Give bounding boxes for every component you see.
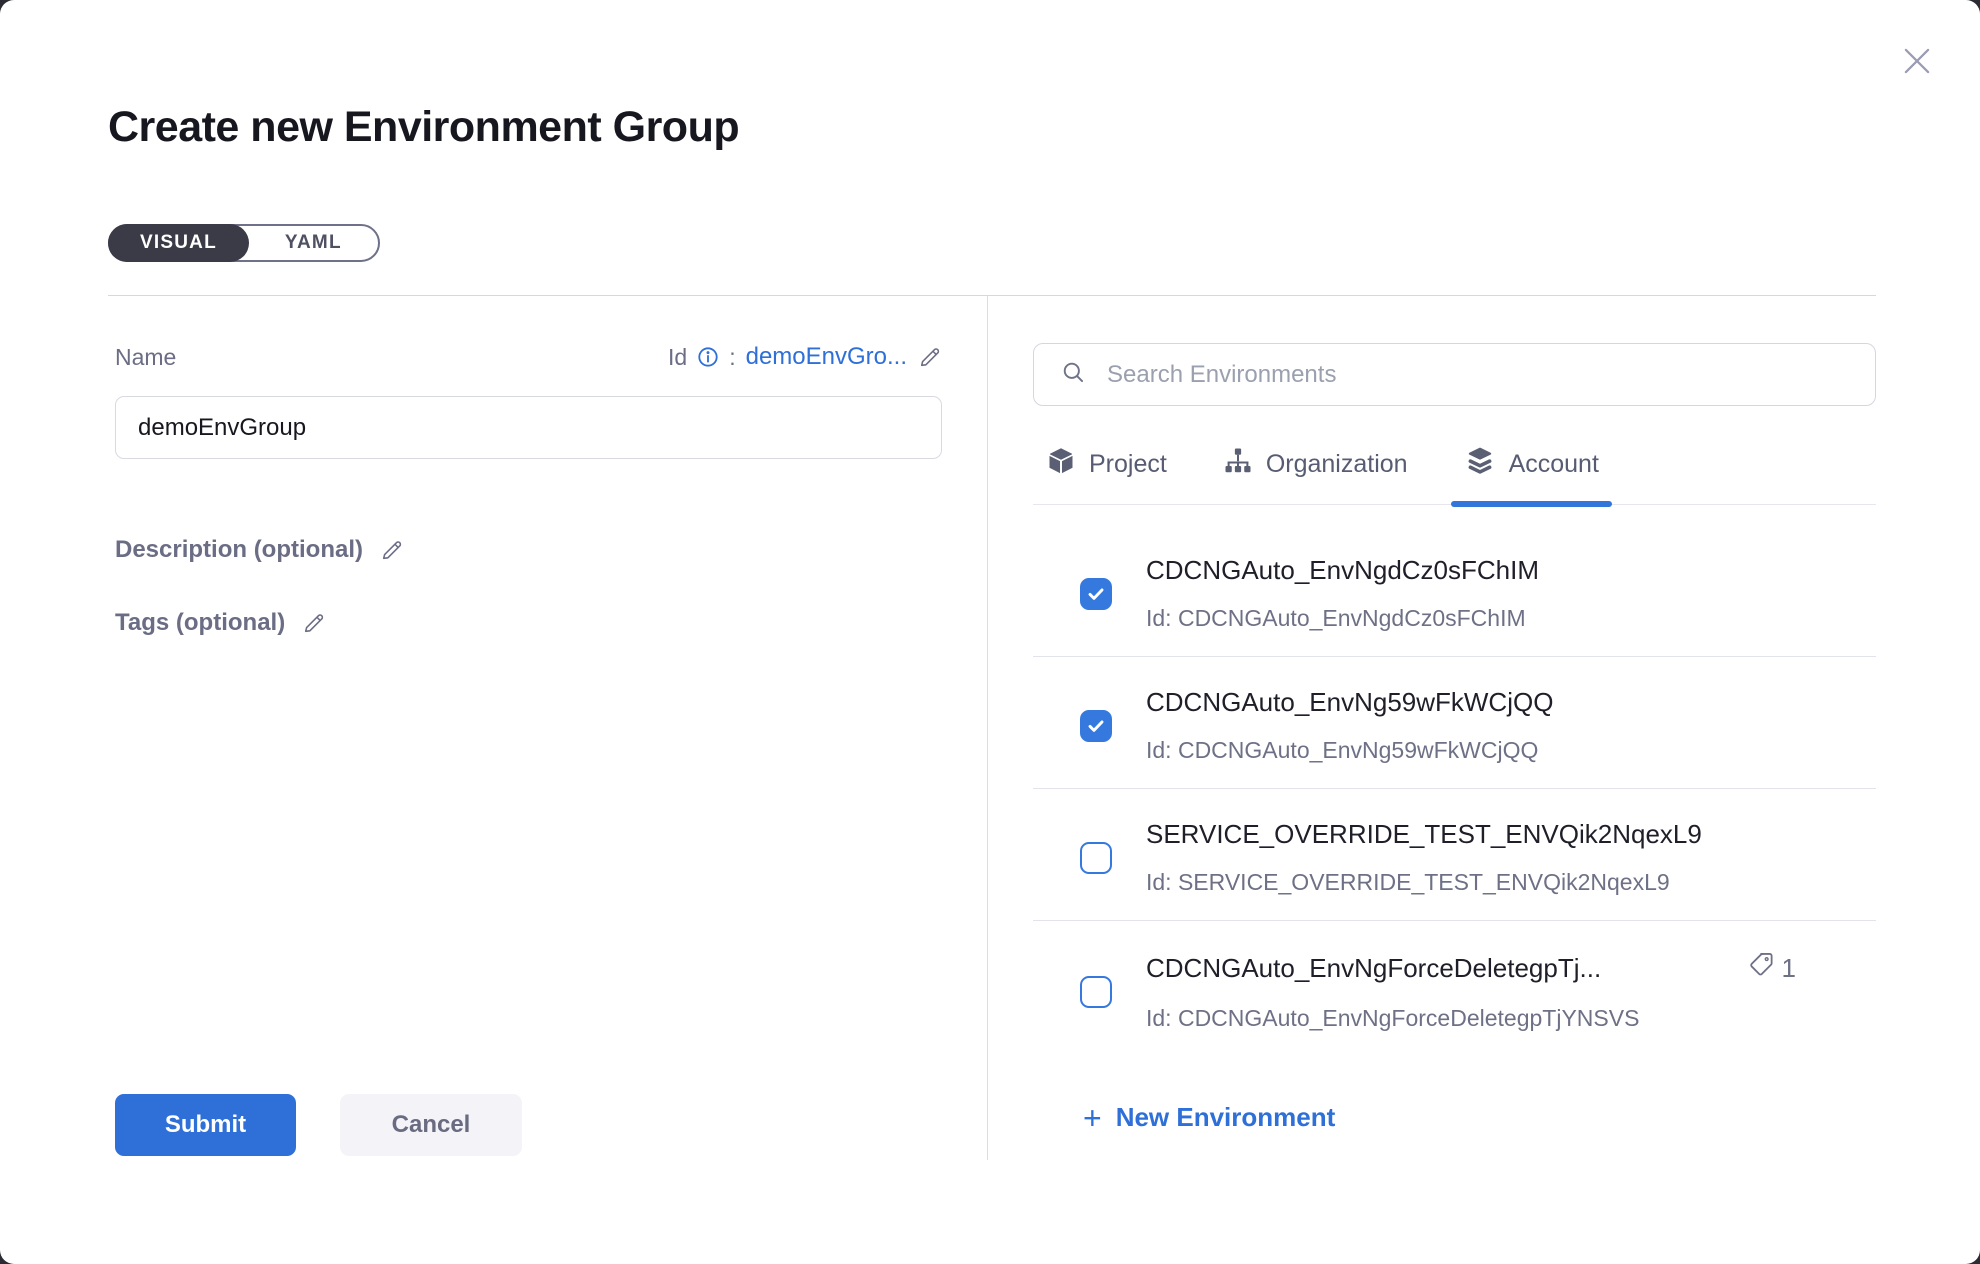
page-title: Create new Environment Group (108, 100, 1980, 154)
environment-checkbox[interactable] (1080, 710, 1112, 742)
environment-checkbox[interactable] (1080, 578, 1112, 610)
cube-icon (1046, 446, 1076, 483)
id-label: Id (668, 344, 687, 371)
tab-project[interactable]: Project (1033, 445, 1180, 504)
environment-id: Id: CDCNGAuto_EnvNgForceDeletegpTjYNSVS (1146, 1005, 1876, 1032)
id-separator: : (729, 344, 735, 371)
environment-text: CDCNGAuto_EnvNgForceDeletegpTj... 1 Id: … (1146, 951, 1876, 1032)
tab-account-label: Account (1509, 450, 1599, 479)
environment-name: SERVICE_OVERRIDE_TEST_ENVQik2NqexL9 (1146, 819, 1702, 849)
new-environment-label: New Environment (1116, 1102, 1336, 1133)
name-input[interactable] (115, 396, 942, 459)
environment-row[interactable]: CDCNGAuto_EnvNgForceDeletegpTj... 1 Id: … (1033, 921, 1876, 1043)
environment-text: SERVICE_OVERRIDE_TEST_ENVQik2NqexL9 Id: … (1146, 819, 1876, 896)
info-icon[interactable] (697, 346, 719, 368)
search-icon (1060, 359, 1087, 391)
environment-checkbox[interactable] (1080, 976, 1112, 1008)
environment-row[interactable]: SERVICE_OVERRIDE_TEST_ENVQik2NqexL9 Id: … (1033, 789, 1876, 921)
environment-checkbox[interactable] (1080, 842, 1112, 874)
create-environment-group-modal: Create new Environment Group VISUAL YAML… (0, 0, 1980, 1264)
environment-text: CDCNGAuto_EnvNgdCz0sFChIM Id: CDCNGAuto_… (1146, 555, 1876, 632)
environment-id: Id: CDCNGAuto_EnvNgdCz0sFChIM (1146, 605, 1876, 632)
environment-list[interactable]: CDCNGAuto_EnvNgdCz0sFChIM Id: CDCNGAuto_… (1033, 505, 1876, 1043)
tab-organization-label: Organization (1266, 450, 1408, 479)
tab-project-label: Project (1089, 450, 1167, 479)
tag-count-badge: 1 (1728, 951, 1796, 985)
environment-name: CDCNGAuto_EnvNg59wFkWCjQQ (1146, 687, 1553, 717)
form-actions: Submit Cancel (115, 1094, 942, 1156)
environment-text: CDCNGAuto_EnvNg59wFkWCjQQ Id: CDCNGAuto_… (1146, 687, 1876, 764)
environment-name: CDCNGAuto_EnvNgdCz0sFChIM (1146, 555, 1539, 585)
org-chart-icon (1223, 446, 1253, 483)
form-pane: Name Id : demoEnvGro... Description (opt… (115, 296, 988, 1160)
plus-icon: + (1083, 1105, 1102, 1131)
scope-tabs: Project Organization Account (1033, 445, 1876, 505)
id-display: Id : demoEnvGro... (668, 343, 942, 371)
environment-id: Id: SERVICE_OVERRIDE_TEST_ENVQik2NqexL9 (1146, 869, 1876, 896)
search-environments-input[interactable] (1105, 360, 1855, 390)
tag-count: 1 (1782, 953, 1796, 984)
page-backdrop: { "colors": { "accent": "#2E6FD8", "chec… (0, 0, 1980, 1264)
tags-row: Tags (optional) (115, 609, 942, 637)
environment-row[interactable]: CDCNGAuto_EnvNgdCz0sFChIM Id: CDCNGAuto_… (1033, 515, 1876, 657)
tags-label: Tags (optional) (115, 609, 285, 637)
toggle-visual[interactable]: VISUAL (108, 224, 249, 262)
environment-name: CDCNGAuto_EnvNgForceDeletegpTj... (1146, 953, 1601, 983)
modal-body: Name Id : demoEnvGro... Description (opt… (115, 296, 1876, 1160)
tab-organization[interactable]: Organization (1210, 445, 1421, 504)
id-value-link[interactable]: demoEnvGro... (746, 343, 907, 371)
edit-id-pencil-icon[interactable] (917, 345, 942, 370)
close-button[interactable] (1896, 42, 1938, 84)
cancel-button[interactable]: Cancel (340, 1094, 522, 1156)
submit-button[interactable]: Submit (115, 1094, 296, 1156)
description-label: Description (optional) (115, 536, 363, 564)
tag-icon (1748, 951, 1775, 985)
edit-description-pencil-icon[interactable] (379, 538, 404, 563)
description-row: Description (optional) (115, 536, 942, 564)
search-environments-box (1033, 343, 1876, 406)
name-label: Name (115, 344, 176, 371)
visual-yaml-toggle: VISUAL YAML (108, 224, 380, 262)
edit-tags-pencil-icon[interactable] (301, 611, 326, 636)
environment-id: Id: CDCNGAuto_EnvNg59wFkWCjQQ (1146, 737, 1876, 764)
environment-row[interactable]: CDCNGAuto_EnvNg59wFkWCjQQ Id: CDCNGAuto_… (1033, 657, 1876, 789)
close-icon (1898, 42, 1936, 85)
layers-icon (1464, 445, 1496, 484)
new-environment-button[interactable]: + New Environment (1083, 1102, 1335, 1133)
tab-account[interactable]: Account (1451, 445, 1612, 504)
environment-picker-pane: Project Organization Account (988, 296, 1876, 1160)
toggle-yaml[interactable]: YAML (249, 226, 378, 260)
name-id-row: Name Id : demoEnvGro... (115, 343, 942, 371)
